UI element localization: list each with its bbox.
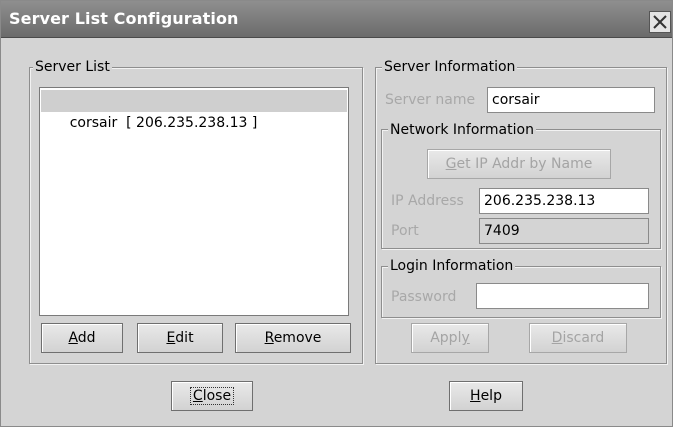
help-button[interactable]: Help	[449, 381, 523, 411]
add-button[interactable]: Add	[41, 323, 123, 353]
ip-address-field[interactable]: 206.235.238.13	[479, 188, 649, 214]
password-field[interactable]	[476, 283, 649, 309]
apply-label: Appl	[430, 330, 462, 346]
add-button-mnemonic: A	[68, 330, 78, 346]
get-ip-label: et IP Addr by Name	[456, 156, 593, 172]
remove-button[interactable]: Remove	[235, 323, 351, 353]
server-list-group-title: Server List	[33, 59, 112, 75]
dialog-window: Server List Configuration Server List co…	[0, 0, 673, 427]
get-ip-by-name-button[interactable]: Get IP Addr by Name	[427, 149, 611, 179]
ip-address-label: IP Address	[391, 193, 464, 209]
server-name-label: Server name	[385, 92, 476, 108]
discard-button[interactable]: Discard	[529, 323, 627, 353]
list-item-label: corsair [ 206.235.238.13 ]	[69, 115, 258, 131]
close-mnemonic: C	[192, 388, 203, 404]
edit-button[interactable]: Edit	[137, 323, 223, 353]
window-title: Server List Configuration	[9, 9, 239, 28]
add-button-label: dd	[77, 330, 96, 346]
port-value: 7409	[484, 223, 520, 239]
help-mnemonic: H	[470, 388, 481, 404]
close-button-focus: Close	[189, 387, 235, 405]
title-bar[interactable]: Server List Configuration	[1, 1, 672, 38]
get-ip-mnemonic: G	[445, 156, 457, 172]
apply-mnemonic: y	[461, 330, 470, 346]
edit-button-label: dit	[175, 330, 194, 346]
apply-button[interactable]: Apply	[411, 323, 489, 353]
server-name-value: corsair	[492, 92, 540, 108]
remove-button-mnemonic: R	[264, 330, 274, 346]
help-label: elp	[480, 388, 502, 404]
list-item[interactable]: corsair [ 206.235.238.13 ]	[41, 90, 347, 131]
network-info-group-title: Network Information	[388, 122, 536, 138]
close-label: lose	[202, 388, 232, 404]
discard-mnemonic: D	[551, 330, 563, 346]
password-label: Password	[391, 289, 457, 305]
close-button[interactable]: Close	[171, 381, 253, 411]
server-info-group-title: Server Information	[382, 59, 518, 75]
close-window-button[interactable]	[649, 11, 671, 33]
discard-label: iscard	[562, 330, 605, 346]
server-listbox[interactable]: corsair [ 206.235.238.13 ]	[39, 87, 349, 316]
ip-address-value: 206.235.238.13	[484, 193, 596, 209]
edit-button-mnemonic: E	[166, 330, 176, 346]
close-icon	[653, 15, 667, 29]
remove-button-label: emove	[273, 330, 322, 346]
port-label: Port	[391, 223, 419, 239]
server-name-field[interactable]: corsair	[487, 87, 655, 113]
port-field: 7409	[479, 218, 649, 244]
login-info-group-title: Login Information	[388, 258, 516, 274]
